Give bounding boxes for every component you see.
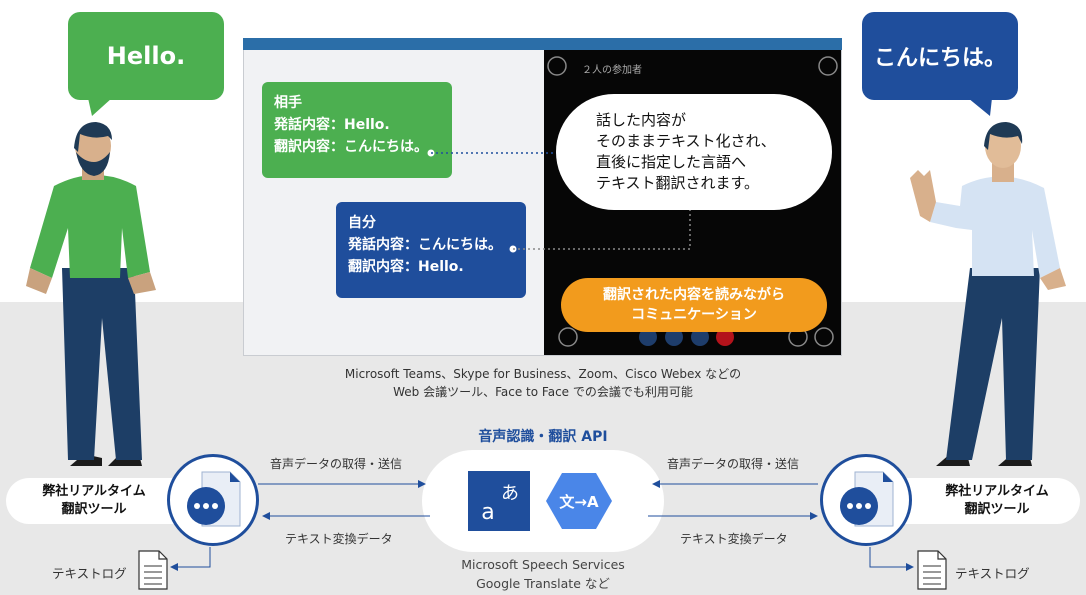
right-person-illustration (910, 122, 1066, 466)
explanation-line-1: 話した内容が (596, 111, 687, 129)
right-tool-label-line-2: 翻訳ツール (964, 502, 1030, 517)
left-log-arrow (170, 547, 211, 571)
explanation-bubble: 話した内容が そのままテキスト化され、 直後に指定した言語へ テキスト翻訳されま… (556, 94, 832, 210)
explanation-line-2: そのままテキスト化され、 (596, 132, 776, 150)
explanation-line-3: 直後に指定した言語へ (596, 153, 747, 171)
right-send-label: 音声データの取得・送信 (667, 457, 800, 471)
left-document-icon (138, 550, 168, 590)
arrow-left-head-2 (652, 480, 660, 488)
right-speech-bubble: こんにちは。 (862, 12, 1018, 100)
right-receive-label: テキスト変換データ (680, 532, 788, 546)
other-party-translated: 翻訳内容：こんにちは。 (274, 139, 428, 155)
left-log-label: テキストログ (52, 566, 127, 581)
left-tool-label: 弊社リアルタイム 翻訳ツール (24, 483, 164, 519)
left-tool-label-line-1: 弊社リアルタイム (42, 484, 146, 499)
right-tool-label: 弊社リアルタイム 翻訳ツール (930, 483, 1064, 519)
caption-line-1: Microsoft Teams、Skype for Business、Zoom、… (344, 367, 742, 381)
top-right-control-icon (818, 56, 838, 76)
bottom-right-control-icon-2 (814, 327, 834, 347)
communication-callout: 翻訳された内容を読みながら コミュニケーション (561, 278, 827, 332)
api-title: 音声認識・翻訳 API (478, 429, 608, 445)
left-speech-text: Hello. (106, 42, 186, 70)
right-log-arrow (869, 547, 914, 571)
right-bubble-tail (968, 98, 992, 116)
right-person (910, 122, 1066, 466)
left-tool-label-line-2: 翻訳ツール (61, 502, 127, 517)
left-person-illustration (26, 122, 156, 466)
meeting-title-bar (243, 38, 842, 50)
callout-line-2: コミュニケーション (631, 307, 757, 323)
right-log-label: テキストログ (955, 566, 1030, 581)
provider-1: Microsoft Speech Services (461, 557, 625, 572)
other-party-title: 相手 (274, 95, 302, 111)
caption-line-2: Web 会議ツール、Face to Face での会議でも利用可能 (393, 385, 693, 399)
other-party-spoken: 発話内容：Hello. (274, 117, 390, 133)
left-send-label: 音声データの取得・送信 (270, 457, 403, 471)
api-providers: Microsoft Speech Services Google Transla… (430, 555, 656, 593)
right-tool-label-line-1: 弊社リアルタイム (945, 484, 1049, 499)
callout-line-1: 翻訳された内容を読みながら (603, 287, 785, 303)
top-left-control-icon (547, 56, 567, 76)
arrow-right-head-1 (418, 480, 426, 488)
arrow-left-head-1 (262, 512, 270, 520)
provider-2: Google Translate など (476, 576, 610, 591)
left-speech-bubble: Hello. (68, 12, 224, 100)
left-bubble-tail (88, 98, 112, 116)
bottom-left-control-icon (558, 327, 578, 347)
left-person (26, 122, 156, 466)
flow-arrows (258, 480, 818, 520)
explanation-line-4: テキスト翻訳されます。 (596, 174, 760, 192)
usage-caption: Microsoft Teams、Skype for Business、Zoom、… (300, 365, 786, 401)
connector-line-2 (513, 210, 691, 250)
left-receive-label: テキスト変換データ (285, 532, 393, 546)
right-speech-text: こんにちは。 (873, 46, 1006, 71)
arrow-right-head-2 (810, 512, 818, 520)
right-chat-app-icon (840, 471, 894, 527)
left-chat-app-icon (187, 471, 241, 527)
right-document-icon (917, 550, 947, 590)
